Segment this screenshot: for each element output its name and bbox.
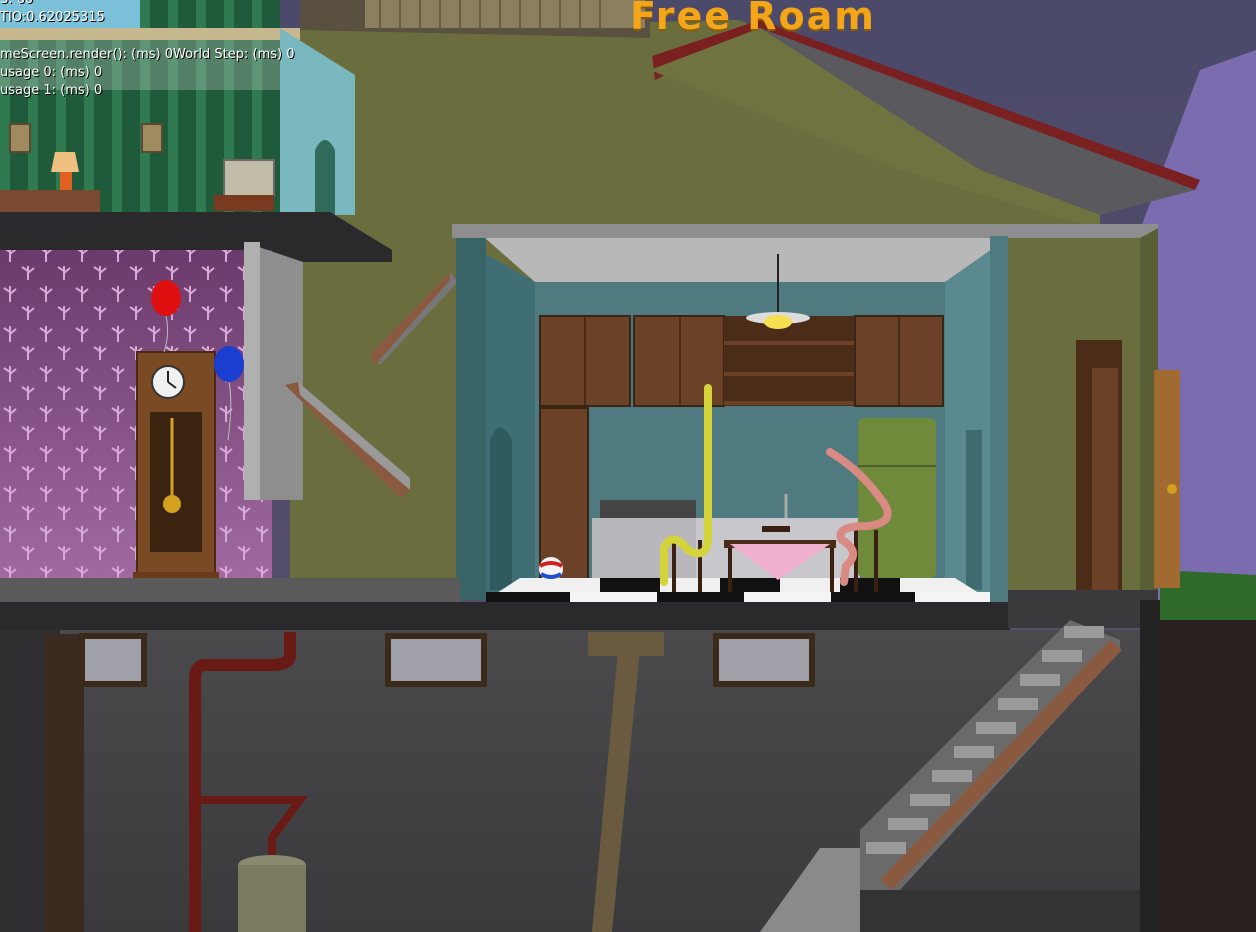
grandfather-clock (133, 351, 219, 588)
debug-render-time: meScreen.render(): (ms) 0World Step: (ms… (0, 47, 295, 62)
old-computer (223, 159, 275, 197)
kitchen-ceiling (452, 224, 1158, 238)
debug-usage-1: usage 1: (ms) 0 (0, 83, 103, 98)
ground-floor-slab (0, 578, 460, 604)
desk (0, 190, 100, 212)
refrigerator (858, 418, 936, 578)
debug-ratio: TIO:0.62025315 (0, 10, 105, 25)
picture-frame (141, 123, 163, 153)
lamp (51, 152, 79, 172)
debug-usage-0: usage 0: (ms) 0 (0, 65, 103, 80)
mode-title: Free Roam (630, 0, 876, 38)
picture-frame (9, 123, 31, 153)
water-heater (238, 855, 306, 932)
debug-fps: S: 60 (0, 0, 33, 8)
open-shelves (724, 316, 854, 406)
stove (600, 500, 696, 520)
debug-overlay: S: 60 TIO:0.62025315 meScreen.render(): … (0, 0, 295, 98)
game-scene[interactable] (0, 0, 1256, 932)
beach-ball (539, 557, 563, 581)
